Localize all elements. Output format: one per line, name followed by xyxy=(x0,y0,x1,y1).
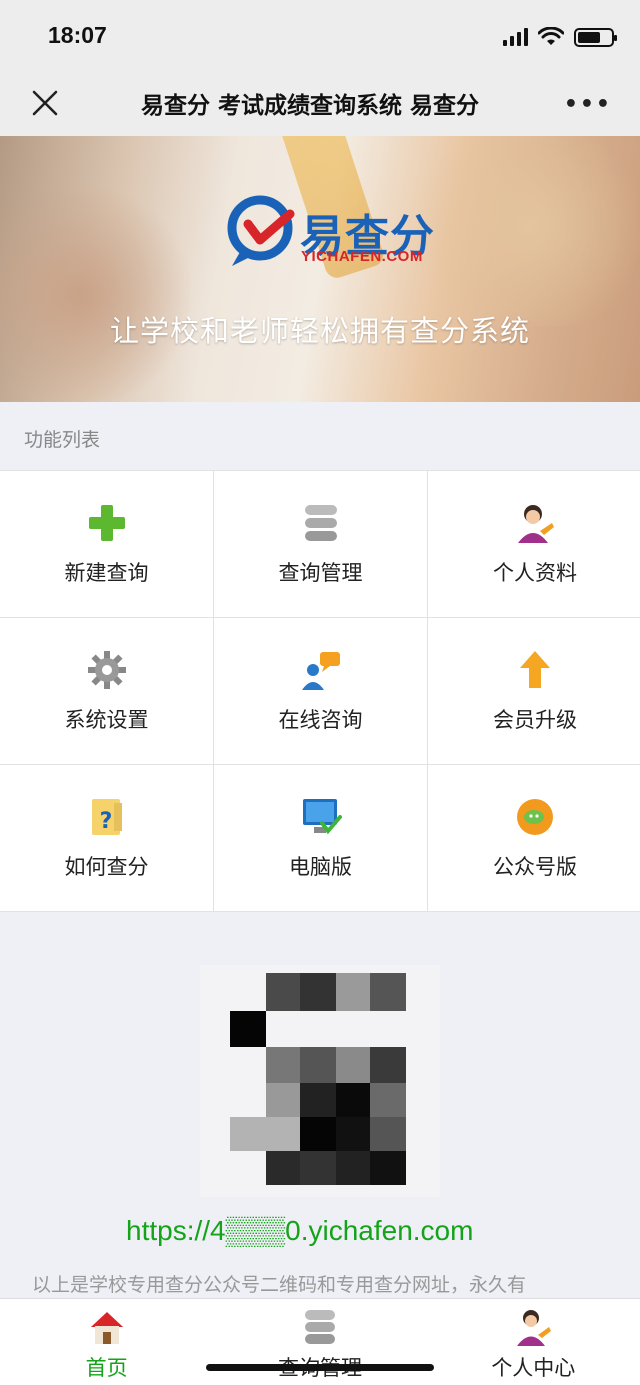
banner: 易查分 YICHAFEN.COM 让学校和老师轻松拥有查分系统 xyxy=(0,136,640,402)
grid-item-official-account[interactable]: 公众号版 xyxy=(428,765,640,911)
grid-item-label: 电脑版 xyxy=(289,855,352,879)
grid-item-label: 如何查分 xyxy=(64,855,149,879)
plus-icon xyxy=(88,505,125,541)
grid-item-label: 系统设置 xyxy=(64,708,149,732)
arrow-up-icon xyxy=(520,651,550,688)
grid-item-label: 个人资料 xyxy=(493,561,577,585)
chat-user-icon xyxy=(301,652,340,690)
page-title: 易查分 考试成绩查询系统 易查分 xyxy=(140,93,479,119)
qr-description: 以上是学校专用查分公众号二维码和专用查分网址，永久有 xyxy=(32,1274,527,1296)
tab-profile[interactable]: 个人中心 xyxy=(427,1299,640,1385)
wechat-icon xyxy=(517,799,553,835)
database-icon xyxy=(304,505,337,541)
qr-code[interactable] xyxy=(200,965,440,1197)
more-menu-button[interactable]: ••• xyxy=(564,92,612,117)
query-url-link[interactable]: https://4▒▒▒0.yichafen.com xyxy=(126,1215,473,1247)
tab-label: 首页 xyxy=(85,1356,128,1380)
grid-item-label: 会员升级 xyxy=(493,708,577,732)
banner-slogan: 让学校和老师轻松拥有查分系统 xyxy=(109,314,530,348)
monitor-icon xyxy=(302,799,342,835)
section-label: 功能列表 xyxy=(24,429,101,451)
tab-label: 个人中心 xyxy=(491,1356,576,1380)
home-icon xyxy=(90,1312,123,1344)
grid-item-label: 新建查询 xyxy=(64,561,149,585)
user-icon xyxy=(517,1310,552,1346)
home-indicator[interactable] xyxy=(206,1364,434,1371)
signal-icon xyxy=(503,28,528,46)
status-bar: 18:07 xyxy=(0,0,640,72)
close-icon[interactable] xyxy=(28,86,62,120)
grid-item-upgrade[interactable]: 会员升级 xyxy=(428,618,640,764)
battery-icon xyxy=(574,27,617,47)
tab-query-manage[interactable]: 查询管理 xyxy=(213,1299,426,1385)
help-icon: ? xyxy=(91,799,122,835)
bottom-tab-bar: 首页 查询管理 个人中心 xyxy=(0,1298,640,1385)
grid-item-online-consult[interactable]: 在线咨询 xyxy=(214,618,427,764)
grid-item-settings[interactable]: 系统设置 xyxy=(0,618,213,764)
grid-item-query-manage[interactable]: 查询管理 xyxy=(214,471,427,617)
logo-subtext: YICHAFEN.COM xyxy=(301,248,423,265)
gear-icon xyxy=(87,651,126,689)
status-icons xyxy=(503,27,617,47)
grid-item-label: 在线咨询 xyxy=(278,708,363,732)
function-grid: 新建查询 查询管理 个人资料 系统设置 在线咨询 会员升级 ? 如何查分 电脑版… xyxy=(0,470,640,912)
tab-home[interactable]: 首页 xyxy=(0,1299,213,1385)
grid-item-desktop[interactable]: 电脑版 xyxy=(214,765,427,911)
status-time: 18:07 xyxy=(48,22,107,48)
title-bar: 易查分 考试成绩查询系统 易查分 ••• xyxy=(0,72,640,136)
user-icon xyxy=(518,505,554,543)
grid-item-label: 查询管理 xyxy=(278,561,363,585)
grid-item-new-query[interactable]: 新建查询 xyxy=(0,471,213,617)
database-icon xyxy=(304,1310,335,1344)
wifi-icon xyxy=(538,27,564,45)
grid-item-how-to[interactable]: ? 如何查分 xyxy=(0,765,213,911)
grid-item-profile[interactable]: 个人资料 xyxy=(428,471,640,617)
grid-item-label: 公众号版 xyxy=(493,855,577,879)
svg-text:?: ? xyxy=(99,809,112,834)
